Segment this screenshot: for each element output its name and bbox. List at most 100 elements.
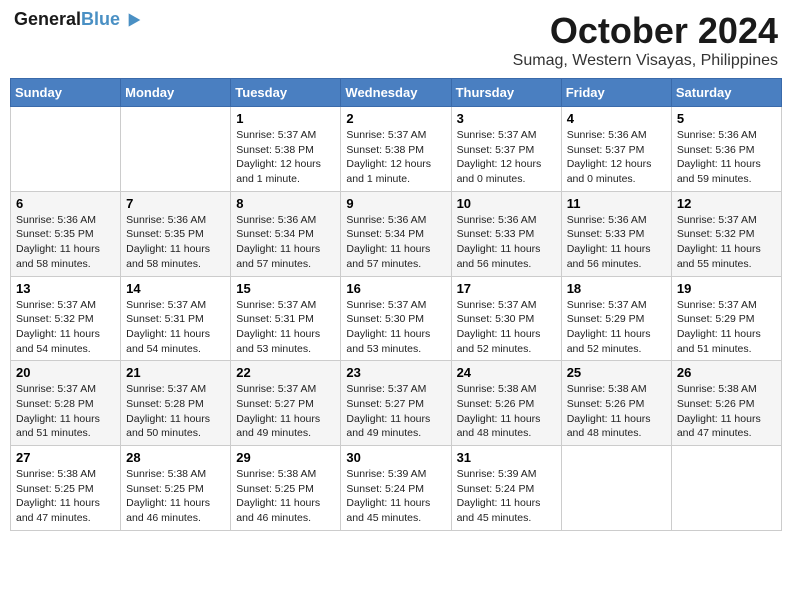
calendar-cell: 28 Sunrise: 5:38 AMSunset: 5:25 PMDayligh… — [121, 446, 231, 531]
location: Sumag, Western Visayas, Philippines — [513, 52, 778, 70]
calendar-cell: 21Sunrise: 5:37 AMSunset: 5:28 PMDayligh… — [121, 361, 231, 446]
calendar-cell: 2Sunrise: 5:37 AMSunset: 5:38 PMDaylight… — [341, 107, 451, 192]
cell-info: Sunrise: 5:36 AMSunset: 5:36 PMDaylight:… — [677, 128, 776, 187]
cell-info: Sunrise: 5:37 AMSunset: 5:32 PMDaylight:… — [16, 298, 115, 357]
title-section: October 2024 Sumag, Western Visayas, Phi… — [513, 10, 778, 70]
cell-info: Sunrise: 5:36 AMSunset: 5:35 PMDaylight:… — [16, 213, 115, 272]
calendar-cell: 15 Sunrise: 5:37 AMSunset: 5:31 PMDayligh… — [231, 276, 341, 361]
day-number: 2 — [346, 111, 445, 126]
day-number: 18 — [567, 281, 666, 296]
cell-info: Sunrise: 5:38 AMSunset: 5:25 PMDaylight:… — [16, 467, 115, 526]
cell-info: Sunrise: 5:37 AMSunset: 5:29 PMDaylight:… — [567, 298, 666, 357]
weekday-header: Monday — [121, 79, 231, 107]
calendar-cell: 14Sunrise: 5:37 AMSunset: 5:31 PMDayligh… — [121, 276, 231, 361]
cell-info: Sunrise: 5:36 AMSunset: 5:35 PMDaylight:… — [126, 213, 225, 272]
cell-info: Sunrise: 5:38 AMSunset: 5:25 PMDaylight:… — [236, 467, 335, 526]
day-number: 27 — [16, 450, 115, 465]
calendar-cell: 22 Sunrise: 5:37 AMSunset: 5:27 PMDayligh… — [231, 361, 341, 446]
calendar-cell: 5Sunrise: 5:36 AMSunset: 5:36 PMDaylight… — [671, 107, 781, 192]
calendar-cell: 10 Sunrise: 5:36 AMSunset: 5:33 PMDayligh… — [451, 191, 561, 276]
calendar-cell: 4 Sunrise: 5:36 AMSunset: 5:37 PMDaylight… — [561, 107, 671, 192]
calendar-cell: 24 Sunrise: 5:38 AMSunset: 5:26 PMDayligh… — [451, 361, 561, 446]
logo-text: GeneralBlue — [14, 10, 120, 30]
calendar-cell: 12 Sunrise: 5:37 AMSunset: 5:32 PMDayligh… — [671, 191, 781, 276]
cell-info: Sunrise: 5:38 AMSunset: 5:26 PMDaylight:… — [457, 382, 556, 441]
calendar-cell: 6 Sunrise: 5:36 AMSunset: 5:35 PMDaylight… — [11, 191, 121, 276]
logo-icon — [122, 10, 142, 30]
cell-info: Sunrise: 5:36 AMSunset: 5:33 PMDaylight:… — [567, 213, 666, 272]
calendar-week-row: 1 Sunrise: 5:37 AMSunset: 5:38 PMDaylight… — [11, 107, 782, 192]
day-number: 15 — [236, 281, 335, 296]
cell-info: Sunrise: 5:36 AMSunset: 5:37 PMDaylight:… — [567, 128, 666, 187]
day-number: 9 — [346, 196, 445, 211]
day-number: 30 — [346, 450, 445, 465]
calendar-cell: 23Sunrise: 5:37 AMSunset: 5:27 PMDayligh… — [341, 361, 451, 446]
calendar-cell: 26Sunrise: 5:38 AMSunset: 5:26 PMDayligh… — [671, 361, 781, 446]
weekday-header: Saturday — [671, 79, 781, 107]
calendar-cell: 17 Sunrise: 5:37 AMSunset: 5:30 PMDayligh… — [451, 276, 561, 361]
day-number: 16 — [346, 281, 445, 296]
day-number: 1 — [236, 111, 335, 126]
cell-info: Sunrise: 5:37 AMSunset: 5:38 PMDaylight:… — [236, 128, 335, 187]
day-number: 11 — [567, 196, 666, 211]
calendar-week-row: 20Sunrise: 5:37 AMSunset: 5:28 PMDayligh… — [11, 361, 782, 446]
cell-info: Sunrise: 5:37 AMSunset: 5:30 PMDaylight:… — [457, 298, 556, 357]
cell-info: Sunrise: 5:39 AMSunset: 5:24 PMDaylight:… — [346, 467, 445, 526]
calendar-cell: 20Sunrise: 5:37 AMSunset: 5:28 PMDayligh… — [11, 361, 121, 446]
cell-info: Sunrise: 5:38 AMSunset: 5:25 PMDaylight:… — [126, 467, 225, 526]
calendar-week-row: 6 Sunrise: 5:36 AMSunset: 5:35 PMDaylight… — [11, 191, 782, 276]
cell-info: Sunrise: 5:37 AMSunset: 5:27 PMDaylight:… — [346, 382, 445, 441]
calendar-cell: 27 Sunrise: 5:38 AMSunset: 5:25 PMDayligh… — [11, 446, 121, 531]
day-number: 4 — [567, 111, 666, 126]
day-number: 7 — [126, 196, 225, 211]
day-number: 12 — [677, 196, 776, 211]
calendar-cell: 3 Sunrise: 5:37 AMSunset: 5:37 PMDaylight… — [451, 107, 561, 192]
day-number: 3 — [457, 111, 556, 126]
day-number: 10 — [457, 196, 556, 211]
calendar-cell: 25 Sunrise: 5:38 AMSunset: 5:26 PMDayligh… — [561, 361, 671, 446]
day-number: 8 — [236, 196, 335, 211]
day-number: 25 — [567, 365, 666, 380]
day-number: 17 — [457, 281, 556, 296]
cell-info: Sunrise: 5:37 AMSunset: 5:27 PMDaylight:… — [236, 382, 335, 441]
calendar-cell: 8Sunrise: 5:36 AMSunset: 5:34 PMDaylight… — [231, 191, 341, 276]
cell-info: Sunrise: 5:36 AMSunset: 5:33 PMDaylight:… — [457, 213, 556, 272]
calendar-cell: 18 Sunrise: 5:37 AMSunset: 5:29 PMDayligh… — [561, 276, 671, 361]
day-number: 31 — [457, 450, 556, 465]
calendar-cell: 30 Sunrise: 5:39 AMSunset: 5:24 PMDayligh… — [341, 446, 451, 531]
calendar-cell: 7 Sunrise: 5:36 AMSunset: 5:35 PMDaylight… — [121, 191, 231, 276]
cell-info: Sunrise: 5:37 AMSunset: 5:31 PMDaylight:… — [236, 298, 335, 357]
page-header: GeneralBlue October 2024 Sumag, Western … — [10, 10, 782, 70]
calendar-week-row: 27 Sunrise: 5:38 AMSunset: 5:25 PMDayligh… — [11, 446, 782, 531]
calendar-cell: 19Sunrise: 5:37 AMSunset: 5:29 PMDayligh… — [671, 276, 781, 361]
calendar-cell: 13 Sunrise: 5:37 AMSunset: 5:32 PMDayligh… — [11, 276, 121, 361]
day-number: 13 — [16, 281, 115, 296]
cell-info: Sunrise: 5:37 AMSunset: 5:30 PMDaylight:… — [346, 298, 445, 357]
day-number: 24 — [457, 365, 556, 380]
calendar-cell: 1 Sunrise: 5:37 AMSunset: 5:38 PMDaylight… — [231, 107, 341, 192]
weekday-header: Friday — [561, 79, 671, 107]
cell-info: Sunrise: 5:37 AMSunset: 5:32 PMDaylight:… — [677, 213, 776, 272]
day-number: 28 — [126, 450, 225, 465]
weekday-header: Tuesday — [231, 79, 341, 107]
month-title: October 2024 — [513, 10, 778, 52]
calendar-header-row: SundayMondayTuesdayWednesdayThursdayFrid… — [11, 79, 782, 107]
day-number: 19 — [677, 281, 776, 296]
logo: GeneralBlue — [14, 10, 142, 30]
day-number: 22 — [236, 365, 335, 380]
calendar-cell — [121, 107, 231, 192]
calendar-cell: 16 Sunrise: 5:37 AMSunset: 5:30 PMDayligh… — [341, 276, 451, 361]
calendar-cell — [11, 107, 121, 192]
cell-info: Sunrise: 5:38 AMSunset: 5:26 PMDaylight:… — [567, 382, 666, 441]
cell-info: Sunrise: 5:37 AMSunset: 5:31 PMDaylight:… — [126, 298, 225, 357]
day-number: 26 — [677, 365, 776, 380]
cell-info: Sunrise: 5:37 AMSunset: 5:28 PMDaylight:… — [126, 382, 225, 441]
weekday-header: Thursday — [451, 79, 561, 107]
cell-info: Sunrise: 5:37 AMSunset: 5:37 PMDaylight:… — [457, 128, 556, 187]
calendar-cell — [671, 446, 781, 531]
cell-info: Sunrise: 5:37 AMSunset: 5:28 PMDaylight:… — [16, 382, 115, 441]
weekday-header: Wednesday — [341, 79, 451, 107]
day-number: 29 — [236, 450, 335, 465]
calendar-cell — [561, 446, 671, 531]
day-number: 6 — [16, 196, 115, 211]
